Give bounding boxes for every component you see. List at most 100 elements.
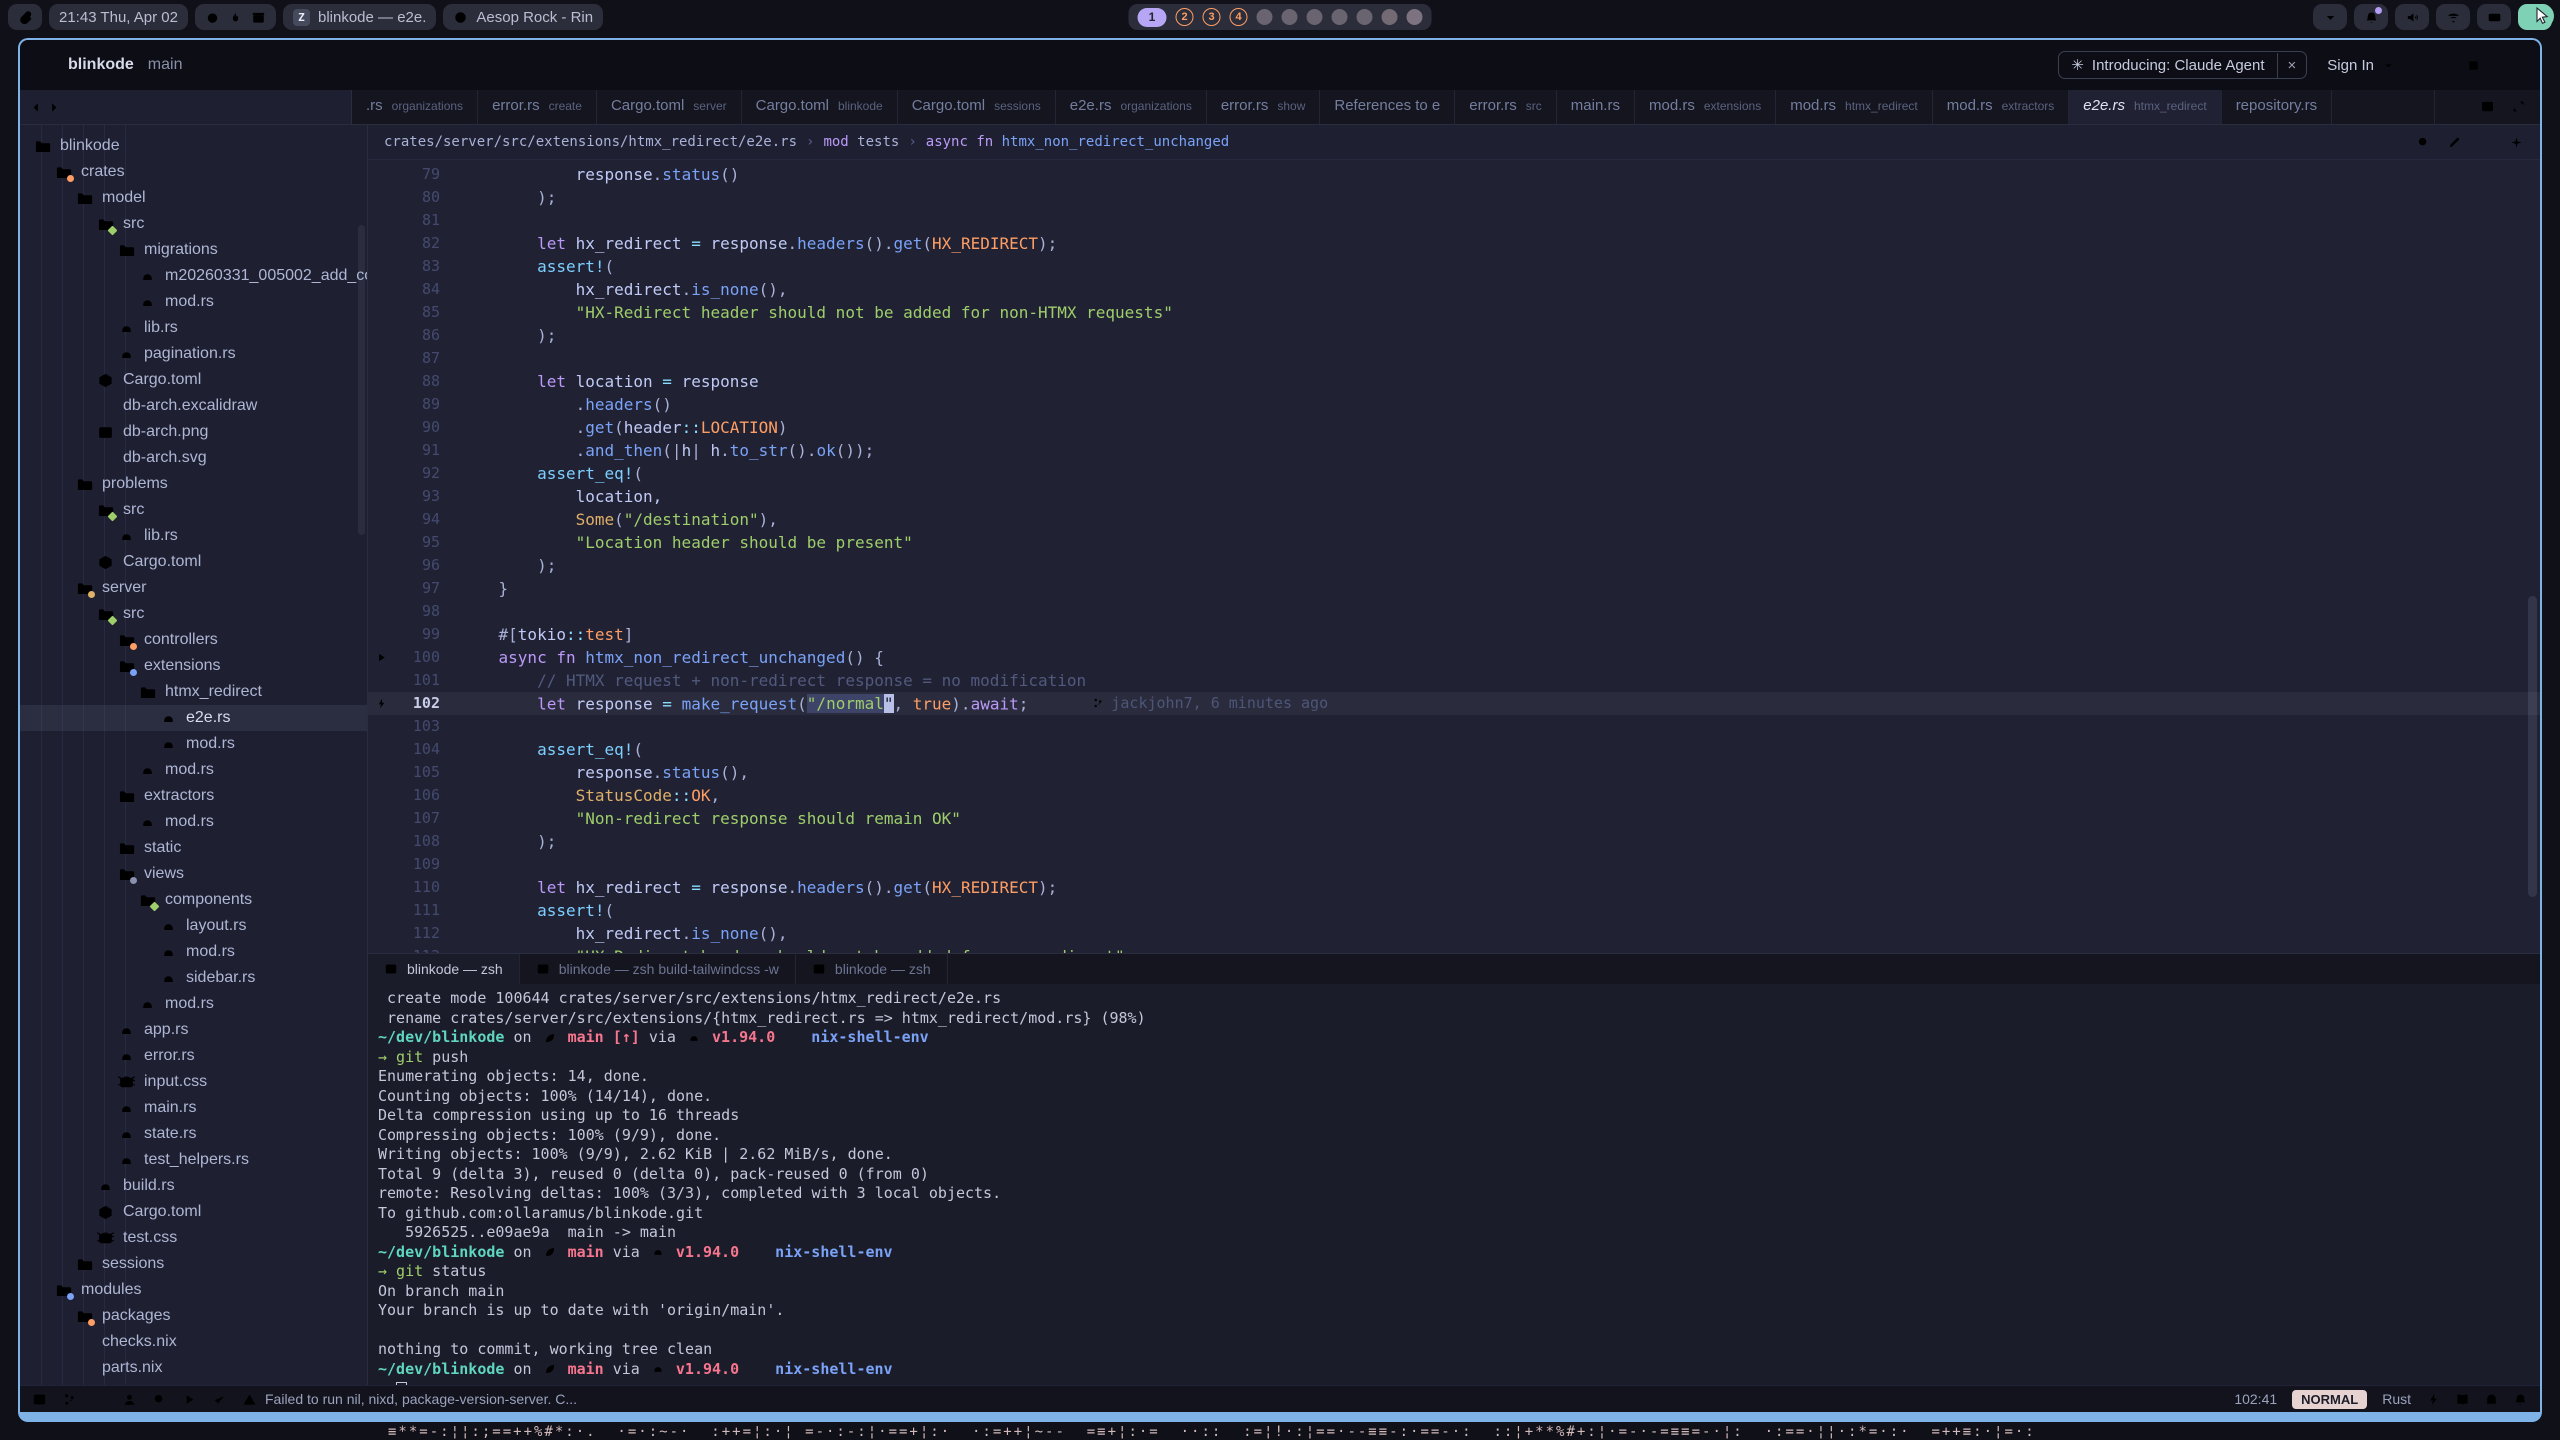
code-line-113[interactable]: 113"HX-Redirect header should not be add… bbox=[368, 945, 2540, 953]
editor-scrollbar[interactable] bbox=[2528, 596, 2537, 897]
tab-rs-organizations[interactable]: .rsorganizations bbox=[352, 90, 478, 124]
search-panel-icon[interactable] bbox=[152, 1391, 167, 1408]
tree-item-build-rs[interactable]: build.rs bbox=[20, 1173, 367, 1199]
workspace-active[interactable]: 1 bbox=[1138, 8, 1167, 27]
tab-cargo-toml-sessions[interactable]: Cargo.tomlsessions bbox=[898, 90, 1056, 124]
tree-item-server[interactable]: server bbox=[20, 575, 367, 601]
tree-item-cargo-toml[interactable]: Cargo.toml bbox=[20, 1199, 367, 1225]
workspace-empty[interactable] bbox=[1307, 9, 1323, 25]
copilot-icon[interactable] bbox=[2484, 1391, 2499, 1408]
terminal-tab-blinkode-zsh[interactable]: blinkode — zsh bbox=[368, 954, 520, 984]
tree-item-m20260331-005002-add-cours[interactable]: m20260331_005002_add_cours bbox=[20, 263, 367, 289]
code-line-79[interactable]: 79response.status() bbox=[368, 163, 2540, 186]
media-pill[interactable]: Aesop Rock - Rin bbox=[443, 4, 603, 30]
branch-name[interactable]: main bbox=[148, 56, 183, 74]
runner-icon[interactable] bbox=[182, 1391, 197, 1408]
code-line-112[interactable]: 112hx_redirect.is_none(), bbox=[368, 922, 2540, 945]
code-line-106[interactable]: 106StatusCode::OK, bbox=[368, 784, 2540, 807]
keyboard-layout-icon[interactable] bbox=[2477, 4, 2511, 30]
nav-back-icon[interactable] bbox=[28, 100, 43, 115]
terminal-tab-blinkode-zsh-build-tailwindcss-w[interactable]: blinkode — zsh build-tailwindcss -w bbox=[520, 954, 796, 984]
code-line-89[interactable]: 89.headers() bbox=[368, 393, 2540, 416]
cursor-position[interactable]: 102:41 bbox=[2234, 1391, 2277, 1407]
language-selector[interactable]: Rust bbox=[2382, 1391, 2411, 1407]
code-line-88[interactable]: 88let location = response bbox=[368, 370, 2540, 393]
docs-icon[interactable] bbox=[2455, 1391, 2470, 1408]
tree-item-db-arch-svg[interactable]: db-arch.svg bbox=[20, 445, 367, 471]
code-line-104[interactable]: 104assert_eq!( bbox=[368, 738, 2540, 761]
tab-main-rs[interactable]: main.rs bbox=[1557, 90, 1635, 124]
tree-item-mod-rs[interactable]: mod.rs bbox=[20, 991, 367, 1017]
tree-item-htmx-redirect[interactable]: htmx_redirect bbox=[20, 679, 367, 705]
zoom-pane-button[interactable] bbox=[2511, 98, 2526, 116]
active-window-pill[interactable]: blinkode — e2e. bbox=[283, 4, 436, 30]
tab-e2e-rs-organizations[interactable]: e2e.rsorganizations bbox=[1056, 90, 1207, 124]
tree-item-model[interactable]: model bbox=[20, 185, 367, 211]
tab-error-rs-create[interactable]: error.rscreate bbox=[478, 90, 597, 124]
tree-item-views[interactable]: views bbox=[20, 861, 367, 887]
terminal[interactable]: create mode 100644 crates/server/src/ext… bbox=[368, 984, 2540, 1385]
tree-item-e2e-rs[interactable]: e2e.rs bbox=[20, 705, 367, 731]
tree-item-mod-rs[interactable]: mod.rs bbox=[20, 809, 367, 835]
timer-icon[interactable] bbox=[205, 9, 220, 26]
code-line-85[interactable]: 85"HX-Redirect header should not be adde… bbox=[368, 301, 2540, 324]
code-line-111[interactable]: 111assert!( bbox=[368, 899, 2540, 922]
git-panel-icon[interactable] bbox=[62, 1391, 77, 1408]
inline-assist-icon[interactable] bbox=[2447, 134, 2462, 150]
tree-item-db-arch-png[interactable]: db-arch.png bbox=[20, 419, 367, 445]
tree-item-controllers[interactable]: controllers bbox=[20, 627, 367, 653]
tree-item-main-rs[interactable]: main.rs bbox=[20, 1095, 367, 1121]
tab-mod-rs-extractors[interactable]: mod.rsextractors bbox=[1933, 90, 2070, 124]
promo-close-button[interactable]: × bbox=[2277, 53, 2307, 78]
code-line-107[interactable]: 107"Non-redirect response should remain … bbox=[368, 807, 2540, 830]
tab-mod-rs-extensions[interactable]: mod.rsextensions bbox=[1635, 90, 1776, 124]
tree-item-sessions[interactable]: sessions bbox=[20, 1251, 367, 1277]
tree-item-test-css[interactable]: test.css bbox=[20, 1225, 367, 1251]
tree-item-shell-nix[interactable]: shell.nix bbox=[20, 1381, 367, 1385]
collab-panel-icon[interactable] bbox=[122, 1391, 137, 1408]
tree-item-components[interactable]: components bbox=[20, 887, 367, 913]
tab-references-to-e[interactable]: References to e bbox=[1320, 90, 1455, 124]
split-pane-button[interactable] bbox=[2480, 98, 2495, 116]
code-line-98[interactable]: 98 bbox=[368, 600, 2540, 623]
tree-item-extractors[interactable]: extractors bbox=[20, 783, 367, 809]
inlay-toggle-icon[interactable] bbox=[2426, 1391, 2441, 1408]
code-line-87[interactable]: 87 bbox=[368, 347, 2540, 370]
code-line-103[interactable]: 103 bbox=[368, 715, 2540, 738]
tab-error-rs-show[interactable]: error.rsshow bbox=[1207, 90, 1321, 124]
multibuffer-icon[interactable] bbox=[2478, 134, 2493, 150]
tree-item-mod-rs[interactable]: mod.rs bbox=[20, 939, 367, 965]
tree-item-cargo-toml[interactable]: Cargo.toml bbox=[20, 549, 367, 575]
code-line-90[interactable]: 90.get(header::LOCATION) bbox=[368, 416, 2540, 439]
tab-cargo-toml-server[interactable]: Cargo.tomlserver bbox=[597, 90, 742, 124]
code-line-81[interactable]: 81 bbox=[368, 209, 2540, 232]
code-editor[interactable]: 79response.status()80);8182let hx_redire… bbox=[368, 160, 2540, 953]
tree-item-static[interactable]: static bbox=[20, 835, 367, 861]
clock[interactable]: 21:43 Thu, Apr 02 bbox=[49, 4, 188, 30]
archive-icon[interactable] bbox=[251, 9, 266, 26]
workspace-empty[interactable] bbox=[1382, 9, 1398, 25]
code-line-83[interactable]: 83assert!( bbox=[368, 255, 2540, 278]
terminal-tab-blinkode-zsh[interactable]: blinkode — zsh bbox=[796, 954, 948, 984]
new-tab-button[interactable] bbox=[2449, 98, 2464, 116]
promo-link[interactable]: ✳Introducing: Claude Agent bbox=[2059, 52, 2276, 78]
workspace-empty[interactable] bbox=[1407, 9, 1423, 25]
code-line-82[interactable]: 82let hx_redirect = response.headers().g… bbox=[368, 232, 2540, 255]
code-line-95[interactable]: 95"Location header should be present" bbox=[368, 531, 2540, 554]
tree-item-test-helpers-rs[interactable]: test_helpers.rs bbox=[20, 1147, 367, 1173]
workspace-2[interactable]: 2 bbox=[1176, 8, 1194, 26]
notifications-icon[interactable] bbox=[2354, 4, 2388, 30]
tree-item-migrations[interactable]: migrations bbox=[20, 237, 367, 263]
link-icon[interactable] bbox=[8, 4, 42, 30]
tree-item-db-arch-excalidraw[interactable]: db-arch.excalidraw bbox=[20, 393, 367, 419]
tab-e2e-rs-htmx-redirect[interactable]: e2e.rshtmx_redirect bbox=[2069, 90, 2221, 124]
tree-item-crates[interactable]: crates bbox=[20, 159, 367, 185]
code-line-101[interactable]: 101// HTMX request + non-redirect respon… bbox=[368, 669, 2540, 692]
project-panel-icon[interactable] bbox=[32, 1391, 47, 1408]
tab-repository-rs[interactable]: repository.rs bbox=[2222, 90, 2332, 124]
app-menu-icon[interactable] bbox=[38, 57, 54, 73]
maximize-button[interactable] bbox=[2466, 58, 2481, 73]
tab-error-rs-src[interactable]: error.rssrc bbox=[1455, 90, 1557, 124]
tree-item-problems[interactable]: problems bbox=[20, 471, 367, 497]
tree-item-mod-rs[interactable]: mod.rs bbox=[20, 731, 367, 757]
